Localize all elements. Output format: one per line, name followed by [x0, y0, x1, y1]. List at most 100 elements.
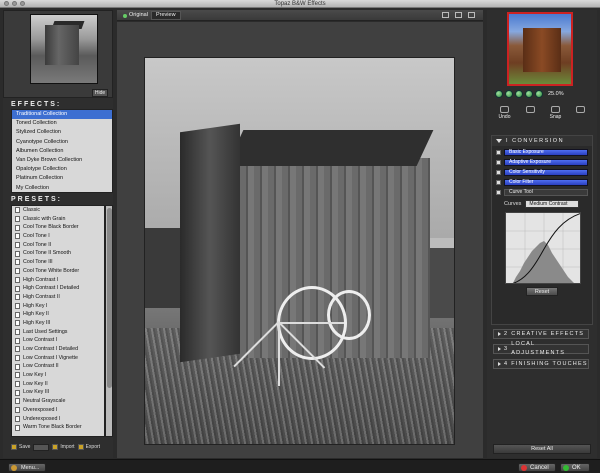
creative-effects-section[interactable]: 2 CREATIVE EFFECTS — [493, 329, 589, 339]
preset-label: High Contrast II — [23, 293, 60, 300]
snap-icon — [550, 106, 560, 113]
bottom-bar: Menu... Cancel OK — [0, 459, 600, 473]
curve-tool-checkbox[interactable] — [496, 190, 501, 195]
redo-button[interactable] — [525, 106, 535, 120]
conversion-header[interactable]: I CONVERSION — [492, 136, 592, 146]
color-filter-checkbox[interactable] — [496, 180, 501, 185]
effect-item[interactable]: Traditional Collection — [12, 110, 112, 120]
adaptive-exposure-row: Adaptive Exposure — [496, 159, 588, 166]
preset-item[interactable]: High Contrast I — [12, 276, 104, 285]
tab-original[interactable]: Original — [119, 11, 152, 20]
cancel-button[interactable]: Cancel — [518, 463, 556, 472]
split-view-icon[interactable] — [455, 12, 462, 18]
export-preset-button[interactable]: Export — [77, 444, 100, 450]
preset-file-icon — [15, 311, 20, 318]
menu-button[interactable]: Menu... — [8, 463, 46, 472]
zoom-out-icon[interactable] — [495, 90, 503, 98]
preset-item[interactable]: High Contrast I Detailed — [12, 284, 104, 293]
preset-item[interactable]: Low Contrast II — [12, 362, 104, 371]
preset-label: High Key II — [23, 311, 49, 318]
finishing-touches-section[interactable]: 4 FINISHING TOUCHES — [493, 359, 589, 369]
color-sensitivity-checkbox[interactable] — [496, 170, 501, 175]
zoom-in-icon[interactable] — [505, 90, 513, 98]
zoom-100-icon[interactable] — [525, 90, 533, 98]
hide-button[interactable]: Hide — [92, 89, 108, 97]
preset-item[interactable]: Cool Tone I — [12, 232, 104, 241]
color-filter-section[interactable]: Color Filter — [504, 179, 588, 186]
curves-preset-select[interactable]: Medium Contrast — [525, 200, 580, 208]
effect-item[interactable]: Albumen Collection — [12, 147, 112, 156]
effect-item[interactable]: My Collection — [12, 184, 112, 193]
preset-item[interactable]: Underexposed I — [12, 415, 104, 424]
preset-label: Low Contrast I Detailed — [23, 346, 79, 352]
preset-item[interactable]: Last Used Settings — [12, 328, 104, 337]
tab-preview[interactable]: Preview — [151, 11, 181, 20]
preset-item[interactable]: Cool Tone Black Border — [12, 223, 104, 232]
effect-item[interactable]: Toned Collection — [12, 119, 112, 128]
preset-item[interactable]: Low Key II — [12, 380, 104, 389]
adaptive-exposure-section[interactable]: Adaptive Exposure — [504, 159, 588, 166]
preset-item[interactable]: Low Key III — [12, 388, 104, 397]
basic-exposure-section[interactable]: Basic Exposure — [504, 149, 588, 156]
image-wagon-wheel-front — [233, 286, 347, 386]
preset-item[interactable]: Classic — [12, 206, 104, 215]
zoom-value: 25.0% — [548, 91, 564, 97]
preset-label: Low Key III — [23, 389, 50, 396]
preset-item[interactable]: Low Contrast I Detailed — [12, 345, 104, 354]
save-preset-button[interactable]: Save — [11, 444, 30, 450]
basic-exposure-checkbox[interactable] — [496, 150, 501, 155]
color-sensitivity-section[interactable]: Color Sensitivity — [504, 169, 588, 176]
section-number: 4 — [504, 360, 509, 367]
preview-canvas[interactable] — [117, 22, 483, 458]
expand-triangle-icon — [496, 139, 502, 143]
preset-item[interactable]: Cool Tone III — [12, 258, 104, 267]
preset-item[interactable]: Cool Tone II Smooth — [12, 249, 104, 258]
preset-file-icon — [15, 346, 20, 353]
preset-item[interactable]: High Key III — [12, 319, 104, 328]
preset-item[interactable]: Low Key I — [12, 371, 104, 380]
effect-item[interactable]: Platinum Collection — [12, 174, 112, 183]
curve-tool-section[interactable]: Curve Tool — [504, 189, 588, 196]
preview-thumbnail[interactable] — [30, 14, 98, 84]
preset-item[interactable]: High Key I — [12, 302, 104, 311]
preset-item[interactable]: Low Contrast I — [12, 336, 104, 345]
single-view-icon[interactable] — [442, 12, 449, 18]
curve-reset-button[interactable]: Reset — [526, 287, 558, 296]
curve-editor[interactable] — [505, 212, 581, 284]
preset-item[interactable]: Low Contrast I Vignette — [12, 354, 104, 363]
effect-item[interactable]: Van Dyke Brown Collection — [12, 156, 112, 165]
wheel-spoke — [278, 322, 280, 386]
preset-file-icon — [15, 224, 20, 231]
presets-scrollbar-thumb[interactable] — [107, 208, 112, 388]
adaptive-exposure-checkbox[interactable] — [496, 160, 501, 165]
preset-item[interactable]: Overexposed I — [12, 406, 104, 415]
navigator-thumbnail[interactable] — [507, 12, 573, 86]
local-adjustments-section[interactable]: 3 LOCAL ADJUSTMENTS — [493, 341, 589, 356]
effect-item[interactable]: Stylized Collection — [12, 128, 112, 137]
preset-item[interactable]: High Key II — [12, 310, 104, 319]
compare-button[interactable] — [576, 106, 586, 120]
preset-item[interactable]: High Contrast II — [12, 293, 104, 302]
preset-name-field[interactable] — [33, 443, 50, 451]
preset-item[interactable]: Cool Tone II — [12, 241, 104, 250]
preset-item[interactable]: Classic with Grain — [12, 215, 104, 224]
presets-scrollbar[interactable] — [105, 205, 113, 437]
undo-button[interactable]: Undo — [499, 106, 510, 120]
side-by-side-icon[interactable] — [468, 12, 475, 18]
preset-item[interactable]: Warm Tone Black Border — [12, 423, 104, 432]
zoom-actual-icon[interactable] — [535, 90, 543, 98]
import-preset-button[interactable]: Import — [52, 444, 75, 450]
preset-item[interactable]: Neutral Grayscale — [12, 397, 104, 406]
preset-file-icon — [15, 216, 20, 223]
effect-item[interactable]: Opalotype Collection — [12, 165, 112, 174]
ok-button[interactable]: OK — [560, 463, 590, 472]
effect-item[interactable]: Cyanotype Collection — [12, 138, 112, 147]
curves-label: Curves — [504, 201, 522, 207]
preset-file-icon — [15, 276, 20, 283]
zoom-fit-icon[interactable] — [515, 90, 523, 98]
snap-button[interactable]: Snap — [550, 106, 561, 120]
preset-item[interactable]: Cool Tone White Border — [12, 267, 104, 276]
preset-file-icon — [15, 320, 20, 327]
reset-all-button[interactable]: Reset All — [493, 444, 591, 454]
preview-image[interactable] — [144, 57, 455, 445]
